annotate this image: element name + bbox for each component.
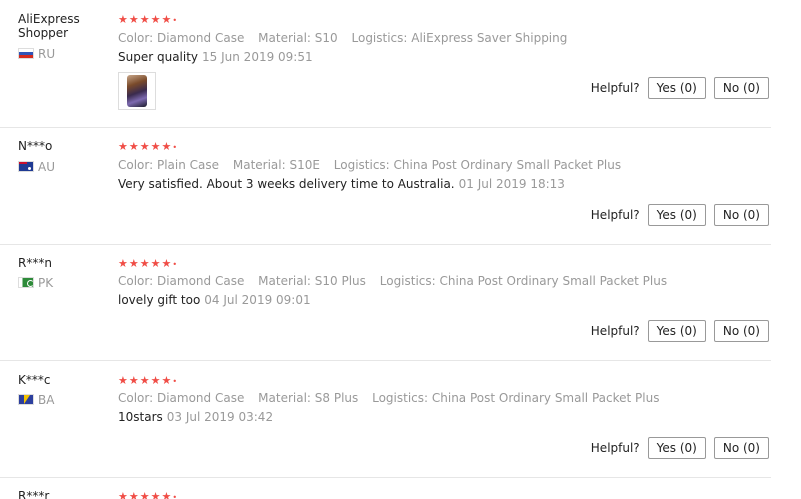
- product-attributes: Color: Diamond Case Material: S8 Plus Lo…: [118, 391, 669, 405]
- helpful-vote: Helpful? Yes (0) No (0): [591, 204, 769, 226]
- helpful-vote: Helpful? Yes (0) No (0): [591, 437, 769, 459]
- review-comment: 10stars 03 Jul 2019 03:42: [118, 410, 273, 424]
- review-item: K***c BA ★★★★★• Color: Diamond Case Mate…: [0, 373, 801, 477]
- review-comment: lovely gift too 04 Jul 2019 09:01: [118, 293, 311, 307]
- helpful-label: Helpful?: [590, 208, 640, 222]
- bosnia-flag-icon: [18, 394, 34, 405]
- reviewer-name: N***o: [18, 139, 53, 153]
- attr-logistics: Logistics: China Post Ordinary Small Pac…: [333, 158, 622, 172]
- review-item: AliExpress Shopper RU ★★★★★• Color: Diam…: [0, 12, 801, 128]
- reviewer-name: K***c: [18, 373, 51, 387]
- attr-color: Color: Diamond Case: [118, 274, 245, 288]
- review-item: N***o AU ★★★★★• Color: Plain Case Materi…: [0, 139, 801, 243]
- comment-text: Very satisfied. About 3 weeks delivery t…: [118, 177, 455, 191]
- review-date: 15 Jun 2019 09:51: [202, 50, 313, 64]
- helpful-yes-button[interactable]: Yes (0): [647, 437, 706, 459]
- comment-text: lovely gift too: [118, 293, 201, 307]
- review-divider: [0, 127, 771, 128]
- attr-color: Color: Diamond Case: [118, 31, 245, 45]
- star-rating: ★★★★★•: [118, 490, 179, 499]
- helpful-no-button[interactable]: No (0): [713, 437, 769, 459]
- attr-logistics: Logistics: China Post Ordinary Small Pac…: [372, 391, 660, 405]
- helpful-vote: Helpful? Yes (0) No (0): [591, 320, 769, 342]
- reviewer-country: PK: [18, 276, 53, 290]
- reviewer-country: RU: [18, 47, 55, 61]
- attr-logistics: Logistics: China Post Ordinary Small Pac…: [379, 274, 668, 288]
- attr-color: Color: Plain Case: [118, 158, 220, 172]
- helpful-yes-button[interactable]: Yes (0): [647, 204, 706, 226]
- country-code: PK: [38, 276, 54, 290]
- star-rating: ★★★★★•: [118, 13, 179, 26]
- attr-logistics: Logistics: AliExpress Saver Shipping: [351, 31, 568, 45]
- attr-material: Material: S10: [258, 31, 338, 45]
- review-divider: [0, 477, 771, 478]
- helpful-vote: Helpful? Yes (0) No (0): [591, 77, 769, 99]
- comment-text: Super quality: [118, 50, 199, 64]
- pakistan-flag-icon: [18, 277, 34, 288]
- helpful-yes-button[interactable]: Yes (0): [647, 77, 706, 99]
- reviewer-country: BA: [18, 393, 54, 407]
- product-attributes: Color: Diamond Case Material: S10 Plus L…: [118, 274, 677, 288]
- helpful-label: Helpful?: [590, 441, 640, 455]
- australia-flag-icon: [18, 161, 34, 172]
- review-divider: [0, 360, 771, 361]
- review-comment: Super quality 15 Jun 2019 09:51: [118, 50, 313, 64]
- attr-material: Material: S8 Plus: [258, 391, 359, 405]
- review-item: R***r ★★★★★•: [0, 489, 801, 499]
- attr-material: Material: S10 Plus: [258, 274, 366, 288]
- star-rating: ★★★★★•: [118, 374, 179, 387]
- reviewer-name: R***r: [18, 489, 50, 499]
- helpful-label: Helpful?: [590, 81, 640, 95]
- reviewer-name: AliExpress Shopper: [18, 12, 80, 40]
- review-item: R***n PK ★★★★★• Color: Diamond Case Mate…: [0, 256, 801, 360]
- country-code: RU: [38, 47, 56, 61]
- helpful-yes-button[interactable]: Yes (0): [647, 320, 706, 342]
- review-date: 03 Jul 2019 03:42: [166, 410, 274, 424]
- comment-text: 10stars: [118, 410, 163, 424]
- russia-flag-icon: [18, 48, 34, 59]
- helpful-no-button[interactable]: No (0): [713, 320, 769, 342]
- attr-color: Color: Diamond Case: [118, 391, 245, 405]
- review-date: 04 Jul 2019 09:01: [204, 293, 311, 307]
- helpful-no-button[interactable]: No (0): [713, 204, 769, 226]
- review-comment: Very satisfied. About 3 weeks delivery t…: [118, 177, 565, 191]
- product-attributes: Color: Diamond Case Material: S10 Logist…: [118, 31, 577, 45]
- helpful-label: Helpful?: [590, 324, 640, 338]
- country-code: AU: [38, 160, 55, 174]
- country-code: BA: [38, 393, 55, 407]
- review-divider: [0, 244, 771, 245]
- reviewer-name: R***n: [18, 256, 52, 270]
- reviewer-country: AU: [18, 160, 55, 174]
- star-rating: ★★★★★•: [118, 140, 179, 153]
- phone-case-photo: [127, 75, 147, 107]
- helpful-no-button[interactable]: No (0): [713, 77, 769, 99]
- star-rating: ★★★★★•: [118, 257, 179, 270]
- review-date: 01 Jul 2019 18:13: [458, 177, 565, 191]
- product-attributes: Color: Plain Case Material: S10E Logisti…: [118, 158, 631, 172]
- attr-material: Material: S10E: [232, 158, 320, 172]
- review-photo-thumbnail[interactable]: [118, 72, 156, 110]
